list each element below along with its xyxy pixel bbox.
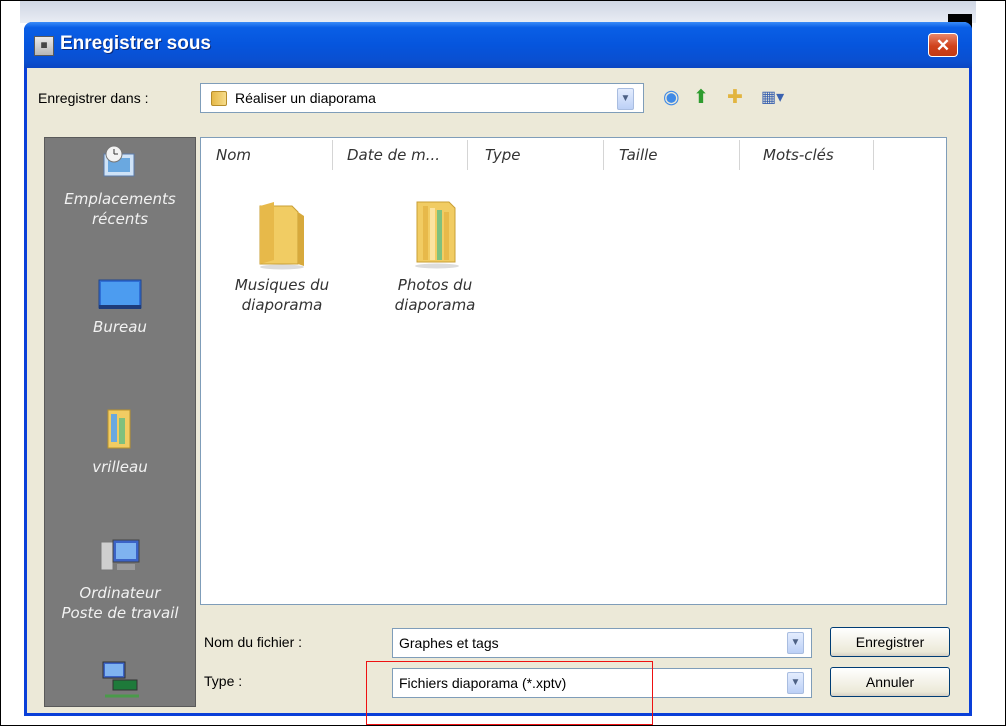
- up-folder-icon[interactable]: ⬆: [693, 87, 709, 109]
- column-size[interactable]: Taille: [619, 146, 658, 164]
- close-button[interactable]: ✕: [928, 33, 958, 57]
- desktop-icon: [98, 279, 142, 309]
- column-date[interactable]: Date de m...: [347, 146, 440, 164]
- column-type[interactable]: Type: [485, 146, 521, 164]
- filename-input[interactable]: [399, 635, 779, 651]
- title-bar[interactable]: ▦ Enregistrer sous ✕: [24, 22, 972, 68]
- filename-label: Nom du fichier :: [204, 634, 303, 650]
- column-divider[interactable]: [603, 140, 604, 170]
- app-icon: ▦: [34, 36, 54, 56]
- save-as-dialog: ▦ Enregistrer sous ✕ Enregistrer dans : …: [24, 22, 972, 716]
- place-user-label: vrilleau: [92, 458, 148, 476]
- folder-icon: [259, 202, 304, 270]
- place-recent[interactable]: Emplacements récents: [45, 144, 195, 229]
- column-name[interactable]: Nom: [216, 146, 251, 164]
- save-in-combobox[interactable]: Réaliser un diaporama: [200, 83, 644, 113]
- view-menu-icon[interactable]: ▦▾: [761, 87, 784, 109]
- folder-item-label: Musiques du diaporama: [234, 276, 330, 314]
- user-documents-icon: [107, 409, 131, 449]
- new-folder-icon[interactable]: ✚: [727, 87, 743, 109]
- column-tags[interactable]: Mots-clés: [763, 146, 834, 164]
- folder-icon: [211, 91, 227, 106]
- save-in-dropdown-arrow[interactable]: ▼: [617, 88, 634, 110]
- place-desktop[interactable]: Bureau: [45, 278, 195, 337]
- filetype-dropdown-arrow[interactable]: ▼: [787, 672, 804, 694]
- places-bar: Emplacements récents Bureau vrilleau Ord…: [44, 137, 196, 707]
- folder-item-label: Photos du diaporama: [394, 276, 476, 314]
- network-icon: [102, 661, 139, 698]
- column-divider[interactable]: [739, 140, 740, 170]
- background-window-strip: [20, 1, 976, 23]
- column-divider[interactable]: [332, 140, 333, 170]
- file-list[interactable]: Nom Date de m... Type Taille Mots-clés M…: [200, 137, 947, 605]
- save-in-label-text: Enregistrer dans :: [38, 90, 149, 106]
- back-icon[interactable]: ◉: [663, 87, 680, 109]
- save-in-label: Enregistrer dans :: [38, 90, 149, 106]
- place-desktop-label: Bureau: [93, 318, 147, 336]
- window-title: Enregistrer sous: [60, 33, 211, 54]
- computer-icon: [100, 539, 140, 571]
- cancel-button[interactable]: Annuler: [830, 667, 950, 697]
- column-divider[interactable]: [467, 140, 468, 170]
- filename-dropdown-arrow[interactable]: ▼: [787, 632, 804, 654]
- place-computer[interactable]: Ordinateur Poste de travail: [45, 538, 195, 623]
- folder-with-files-icon: [415, 201, 459, 269]
- save-button[interactable]: Enregistrer: [830, 627, 950, 657]
- place-network[interactable]: [45, 660, 195, 705]
- folder-item-photos[interactable]: Photos du diaporama: [360, 200, 510, 315]
- current-folder: Réaliser un diaporama: [235, 90, 376, 106]
- folder-item-musiques[interactable]: Musiques du diaporama: [207, 200, 357, 315]
- place-user[interactable]: vrilleau: [45, 408, 195, 477]
- filename-field[interactable]: [392, 628, 812, 658]
- filetype-label: Type :: [204, 673, 243, 689]
- annotation-highlight: [366, 661, 653, 725]
- place-computer-label: Ordinateur Poste de travail: [61, 584, 179, 622]
- recent-places-icon: [103, 145, 135, 177]
- column-divider[interactable]: [873, 140, 874, 170]
- place-recent-label: Emplacements récents: [64, 190, 176, 228]
